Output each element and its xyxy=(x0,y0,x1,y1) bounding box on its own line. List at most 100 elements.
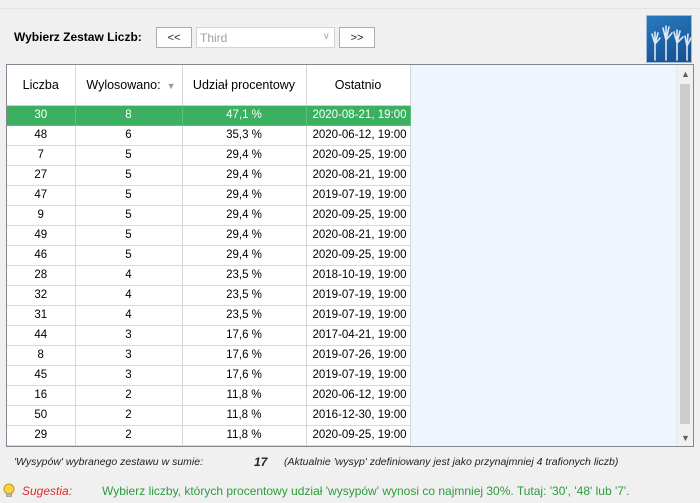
column-header-drawn-label: Wylosowano: xyxy=(86,77,161,92)
cell-number: 28 xyxy=(7,265,76,286)
table-row[interactable]: 9 5 29,4 % 2020-09-25, 19:00 xyxy=(7,205,411,226)
previous-set-button[interactable]: << xyxy=(156,27,192,48)
summary-label: 'Wysypów' wybranego zestawu w sumie: xyxy=(14,456,203,468)
summary-bar: 'Wysypów' wybranego zestawu w sumie: 17 … xyxy=(0,455,700,470)
cell-percentage: 23,5 % xyxy=(182,285,307,306)
cell-number: 47 xyxy=(7,185,76,206)
cell-number: 7 xyxy=(7,145,76,166)
cell-number: 50 xyxy=(7,405,76,426)
cell-percentage: 17,6 % xyxy=(182,325,307,346)
number-set-select[interactable]: Third ∨ xyxy=(196,27,335,48)
hands-up-logo-icon xyxy=(646,15,692,63)
cell-percentage: 29,4 % xyxy=(182,165,307,186)
cell-percentage: 29,4 % xyxy=(182,185,307,206)
cell-last-drawn: 2017-04-21, 19:00 xyxy=(306,325,411,346)
cell-drawn-count: 4 xyxy=(75,285,183,306)
cell-last-drawn: 2019-07-19, 19:00 xyxy=(306,365,411,386)
cell-drawn-count: 8 xyxy=(75,105,183,126)
cell-number: 32 xyxy=(7,285,76,306)
scroll-down-icon[interactable]: ▼ xyxy=(677,429,693,446)
scroll-up-icon[interactable]: ▲ xyxy=(677,65,693,82)
cell-percentage: 23,5 % xyxy=(182,265,307,286)
scrollbar-thumb[interactable] xyxy=(680,84,690,424)
column-header-number[interactable]: Liczba xyxy=(7,65,76,106)
table-row[interactable]: 48 6 35,3 % 2020-06-12, 19:00 xyxy=(7,125,411,146)
suggestion-bar: Sugestia: Wybierz liczby, których procen… xyxy=(0,483,700,502)
cell-number: 45 xyxy=(7,365,76,386)
cell-last-drawn: 2020-09-25, 19:00 xyxy=(306,205,411,226)
cell-number: 49 xyxy=(7,225,76,246)
table-row[interactable]: 16 2 11,8 % 2020-06-12, 19:00 xyxy=(7,385,411,406)
next-set-button[interactable]: >> xyxy=(339,27,375,48)
cell-last-drawn: 2019-07-19, 19:00 xyxy=(306,285,411,306)
cell-last-drawn: 2020-09-25, 19:00 xyxy=(306,425,411,446)
cell-drawn-count: 2 xyxy=(75,385,183,406)
cell-last-drawn: 2019-07-19, 19:00 xyxy=(306,305,411,326)
cell-last-drawn: 2020-08-21, 19:00 xyxy=(306,105,411,126)
cell-percentage: 29,4 % xyxy=(182,225,307,246)
cell-percentage: 17,6 % xyxy=(182,345,307,366)
numbers-grid[interactable]: Liczba Wylosowano: ▼ Udział procentowy O… xyxy=(6,64,694,447)
cell-percentage: 35,3 % xyxy=(182,125,307,146)
cell-last-drawn: 2018-10-19, 19:00 xyxy=(306,265,411,286)
cell-last-drawn: 2019-07-26, 19:00 xyxy=(306,345,411,366)
cell-last-drawn: 2020-09-25, 19:00 xyxy=(306,245,411,266)
table-body: 30 8 47,1 % 2020-08-21, 19:00 48 6 35,3 % 2020-… xyxy=(7,105,411,446)
table-row[interactable]: 27 5 29,4 % 2020-08-21, 19:00 xyxy=(7,165,411,186)
cell-drawn-count: 5 xyxy=(75,245,183,266)
cell-last-drawn: 2020-06-12, 19:00 xyxy=(306,125,411,146)
cell-number: 30 xyxy=(7,105,76,126)
table-row[interactable]: 46 5 29,4 % 2020-09-25, 19:00 xyxy=(7,245,411,266)
summary-count: 17 xyxy=(254,455,268,469)
cell-number: 27 xyxy=(7,165,76,186)
table-row[interactable]: 47 5 29,4 % 2019-07-19, 19:00 xyxy=(7,185,411,206)
cell-last-drawn: 2020-08-21, 19:00 xyxy=(306,225,411,246)
column-header-last-drawn[interactable]: Ostatnio xyxy=(306,65,411,106)
cell-number: 44 xyxy=(7,325,76,346)
cell-number: 9 xyxy=(7,205,76,226)
table-row[interactable]: 50 2 11,8 % 2016-12-30, 19:00 xyxy=(7,405,411,426)
cell-percentage: 11,8 % xyxy=(182,405,307,426)
cell-percentage: 17,6 % xyxy=(182,365,307,386)
numbers-table: Liczba Wylosowano: ▼ Udział procentowy O… xyxy=(7,65,411,446)
cell-percentage: 29,4 % xyxy=(182,205,307,226)
cell-last-drawn: 2016-12-30, 19:00 xyxy=(306,405,411,426)
cell-drawn-count: 6 xyxy=(75,125,183,146)
table-header-row: Liczba Wylosowano: ▼ Udział procentowy O… xyxy=(7,65,411,106)
cell-number: 48 xyxy=(7,125,76,146)
cell-number: 16 xyxy=(7,385,76,406)
table-row[interactable]: 30 8 47,1 % 2020-08-21, 19:00 xyxy=(7,105,411,126)
cell-drawn-count: 5 xyxy=(75,205,183,226)
chevron-down-icon[interactable]: ∨ xyxy=(323,31,330,42)
table-row[interactable]: 7 5 29,4 % 2020-09-25, 19:00 xyxy=(7,145,411,166)
table-row[interactable]: 29 2 11,8 % 2020-09-25, 19:00 xyxy=(7,425,411,446)
cell-drawn-count: 2 xyxy=(75,425,183,446)
table-row[interactable]: 31 4 23,5 % 2019-07-19, 19:00 xyxy=(7,305,411,326)
cell-drawn-count: 2 xyxy=(75,405,183,426)
cell-drawn-count: 4 xyxy=(75,265,183,286)
table-row[interactable]: 32 4 23,5 % 2019-07-19, 19:00 xyxy=(7,285,411,306)
cell-percentage: 11,8 % xyxy=(182,425,307,446)
cell-number: 8 xyxy=(7,345,76,366)
suggestion-text: Wybierz liczby, których procentowy udzia… xyxy=(102,484,630,498)
summary-note: (Aktualnie 'wysyp' zdefiniowany jest jak… xyxy=(284,456,619,468)
cell-percentage: 47,1 % xyxy=(182,105,307,126)
cell-percentage: 29,4 % xyxy=(182,245,307,266)
cell-last-drawn: 2019-07-19, 19:00 xyxy=(306,185,411,206)
table-row[interactable]: 45 3 17,6 % 2019-07-19, 19:00 xyxy=(7,365,411,386)
cell-drawn-count: 4 xyxy=(75,305,183,326)
table-row[interactable]: 28 4 23,5 % 2018-10-19, 19:00 xyxy=(7,265,411,286)
set-selector-label: Wybierz Zestaw Liczb: xyxy=(14,30,142,44)
table-row[interactable]: 8 3 17,6 % 2019-07-26, 19:00 xyxy=(7,345,411,366)
table-row[interactable]: 49 5 29,4 % 2020-08-21, 19:00 xyxy=(7,225,411,246)
vertical-scrollbar[interactable]: ▲ ▼ xyxy=(676,65,693,446)
cell-percentage: 23,5 % xyxy=(182,305,307,326)
number-set-value: Third xyxy=(200,30,228,45)
column-header-drawn[interactable]: Wylosowano: ▼ xyxy=(75,65,183,106)
table-row[interactable]: 44 3 17,6 % 2017-04-21, 19:00 xyxy=(7,325,411,346)
cell-drawn-count: 5 xyxy=(75,165,183,186)
cell-last-drawn: 2020-09-25, 19:00 xyxy=(306,145,411,166)
column-header-percentage[interactable]: Udział procentowy xyxy=(182,65,307,106)
cell-percentage: 11,8 % xyxy=(182,385,307,406)
cell-last-drawn: 2020-08-21, 19:00 xyxy=(306,165,411,186)
